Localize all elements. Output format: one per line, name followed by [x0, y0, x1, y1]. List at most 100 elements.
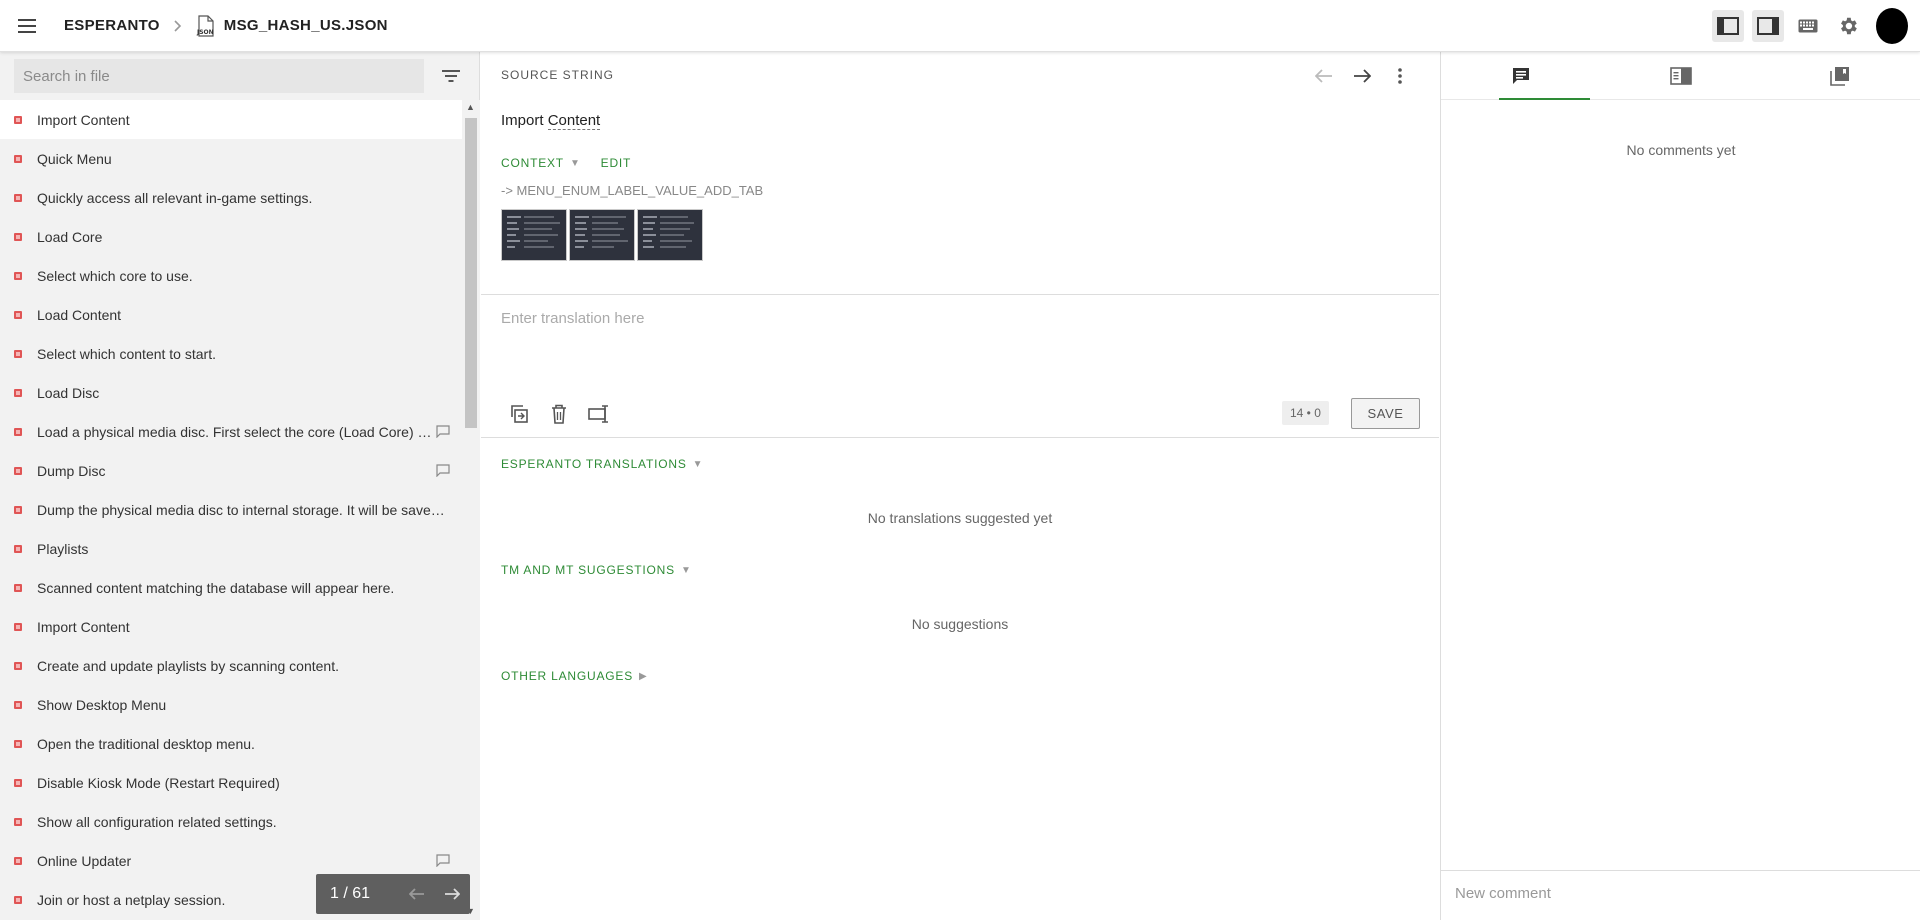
delete-icon[interactable]	[545, 400, 573, 428]
list-item[interactable]: Show Desktop Menu	[0, 685, 462, 724]
chevron-right-icon	[174, 19, 182, 32]
untranslated-status-icon	[14, 388, 22, 397]
new-comment-input[interactable]	[1455, 885, 1907, 902]
list-item[interactable]: Import Content	[0, 100, 462, 139]
more-vertical-icon[interactable]	[1381, 64, 1419, 88]
pager-prev-icon[interactable]	[399, 888, 435, 900]
string-list: Import Content Quick Menu Quickly access a…	[0, 100, 462, 920]
pager: 1 / 61	[316, 874, 470, 914]
editor-tools	[505, 400, 625, 428]
tm-mt-suggestions-toggle[interactable]: TM AND MT SUGGESTIONS ▼	[501, 563, 692, 577]
comment-icon	[436, 425, 450, 441]
book-icon	[1669, 66, 1692, 85]
no-translations-message: No translations suggested yet	[867, 510, 1053, 526]
tab-comments[interactable]	[1441, 52, 1601, 100]
list-item-label: Scanned content matching the database wi…	[37, 579, 395, 596]
list-item[interactable]: Playlists	[0, 529, 462, 568]
untranslated-status-icon	[14, 115, 22, 124]
no-comments-message: No comments yet	[1626, 142, 1736, 158]
untranslated-status-icon	[14, 232, 22, 241]
tab-history[interactable]	[1760, 52, 1920, 99]
source-text-part1: Import	[501, 112, 548, 129]
save-button[interactable]: SAVE	[1351, 398, 1420, 429]
keyboard-icon[interactable]	[1792, 10, 1824, 42]
list-item-label: Import Content	[37, 618, 130, 635]
list-item[interactable]: Quickly access all relevant in-game sett…	[0, 178, 462, 217]
pager-next-icon[interactable]	[435, 888, 471, 900]
scrollbar-thumb[interactable]	[465, 118, 477, 428]
list-item[interactable]: Show all configuration related settings.	[0, 802, 462, 841]
source-nav	[1305, 64, 1419, 88]
scroll-up-arrow-icon[interactable]: ▲	[466, 102, 475, 112]
list-item[interactable]: Dump Disc	[0, 451, 462, 490]
list-item[interactable]: Dump the physical media disc to internal…	[0, 490, 462, 529]
list-item[interactable]: Quick Menu	[0, 139, 462, 178]
list-item[interactable]: Load a physical media disc. First select…	[0, 412, 462, 451]
screenshots	[501, 209, 705, 261]
list-item[interactable]: Create and update playlists by scanning …	[0, 646, 462, 685]
file-icon-text: JSON	[196, 29, 214, 36]
list-item[interactable]: Select which content to start.	[0, 334, 462, 373]
prev-string-icon[interactable]	[1305, 64, 1343, 88]
untranslated-status-icon	[14, 505, 22, 514]
list-item-label: Join or host a netplay session.	[37, 891, 226, 908]
other-languages-toggle[interactable]: OTHER LANGUAGES ▶	[501, 669, 648, 683]
next-string-icon[interactable]	[1343, 64, 1381, 88]
edit-context-button[interactable]: EDIT	[601, 156, 632, 170]
source-text-glossary-term[interactable]: Content	[547, 112, 601, 130]
strings-sidebar: Import Content Quick Menu Quickly access a…	[0, 52, 480, 920]
caret-down-icon: ▼	[680, 564, 692, 576]
list-item[interactable]: Load Content	[0, 295, 462, 334]
breadcrumb-file[interactable]: MSG_HASH_US.JSON	[224, 17, 388, 34]
toggle-left-panel-icon[interactable]	[1712, 10, 1744, 42]
translation-input[interactable]	[501, 310, 1419, 362]
context-toggle[interactable]: CONTEXT ▼	[501, 156, 581, 170]
list-item[interactable]: Select which core to use.	[0, 256, 462, 295]
gear-icon[interactable]	[1832, 10, 1864, 42]
esperanto-translations-toggle[interactable]: ESPERANTO TRANSLATIONS ▼	[501, 457, 703, 471]
screenshot-thumbnail[interactable]	[569, 209, 635, 261]
list-item-label: Online Updater	[37, 852, 132, 869]
translation-input-area	[481, 295, 1439, 377]
toggle-right-panel-icon[interactable]	[1752, 10, 1784, 42]
list-item[interactable]: Scanned content matching the database wi…	[0, 568, 462, 607]
menu-icon[interactable]	[0, 0, 54, 52]
search-row	[0, 52, 479, 100]
editor-panel: SOURCE STRING Import Content CONTEXT ▼ ED…	[481, 52, 1439, 920]
copy-source-icon[interactable]	[505, 400, 533, 428]
tab-glossary[interactable]	[1601, 52, 1761, 99]
caret-down-icon: ▼	[692, 458, 704, 470]
character-counter: 14 • 0	[1282, 401, 1329, 425]
untranslated-status-icon	[14, 817, 22, 826]
list-item[interactable]: Load Disc	[0, 373, 462, 412]
screenshot-thumbnail[interactable]	[637, 209, 703, 261]
special-characters-icon[interactable]	[585, 400, 613, 428]
untranslated-status-icon	[14, 427, 22, 436]
list-item-label: Load a physical media disc. First select…	[37, 423, 432, 440]
breadcrumb-project[interactable]: ESPERANTO	[64, 17, 160, 34]
list-item-label: Import Content	[37, 111, 130, 128]
list-item-label: Select which content to start.	[37, 345, 216, 362]
top-bar: ESPERANTO JSON MSG_HASH_US.JSON	[0, 0, 1920, 52]
esperanto-translations-title: ESPERANTO TRANSLATIONS	[501, 457, 687, 471]
untranslated-status-icon	[14, 193, 22, 202]
list-item-label: Show Desktop Menu	[37, 696, 167, 713]
list-item[interactable]: Disable Kiosk Mode (Restart Required)	[0, 763, 462, 802]
list-item[interactable]: Open the traditional desktop menu.	[0, 724, 462, 763]
list-item[interactable]: Import Content	[0, 607, 462, 646]
untranslated-status-icon	[14, 778, 22, 787]
screenshot-thumbnail[interactable]	[501, 209, 567, 261]
untranslated-status-icon	[14, 349, 22, 358]
search-input[interactable]	[23, 67, 415, 85]
avatar[interactable]	[1876, 8, 1908, 44]
list-item-label: Open the traditional desktop menu.	[37, 735, 255, 752]
list-item[interactable]: Load Core	[0, 217, 462, 256]
json-file-icon: JSON	[196, 14, 216, 37]
list-item-label: Show all configuration related settings.	[37, 813, 277, 830]
context-key: -> MENU_ENUM_LABEL_VALUE_ADD_TAB	[501, 183, 764, 198]
search-box	[14, 59, 424, 93]
filter-icon[interactable]	[442, 70, 460, 82]
tm-mt-suggestions-title: TM AND MT SUGGESTIONS	[501, 563, 675, 577]
scrollbar[interactable]: ▲ ▼	[462, 100, 480, 920]
list-item-label: Create and update playlists by scanning …	[37, 657, 339, 674]
